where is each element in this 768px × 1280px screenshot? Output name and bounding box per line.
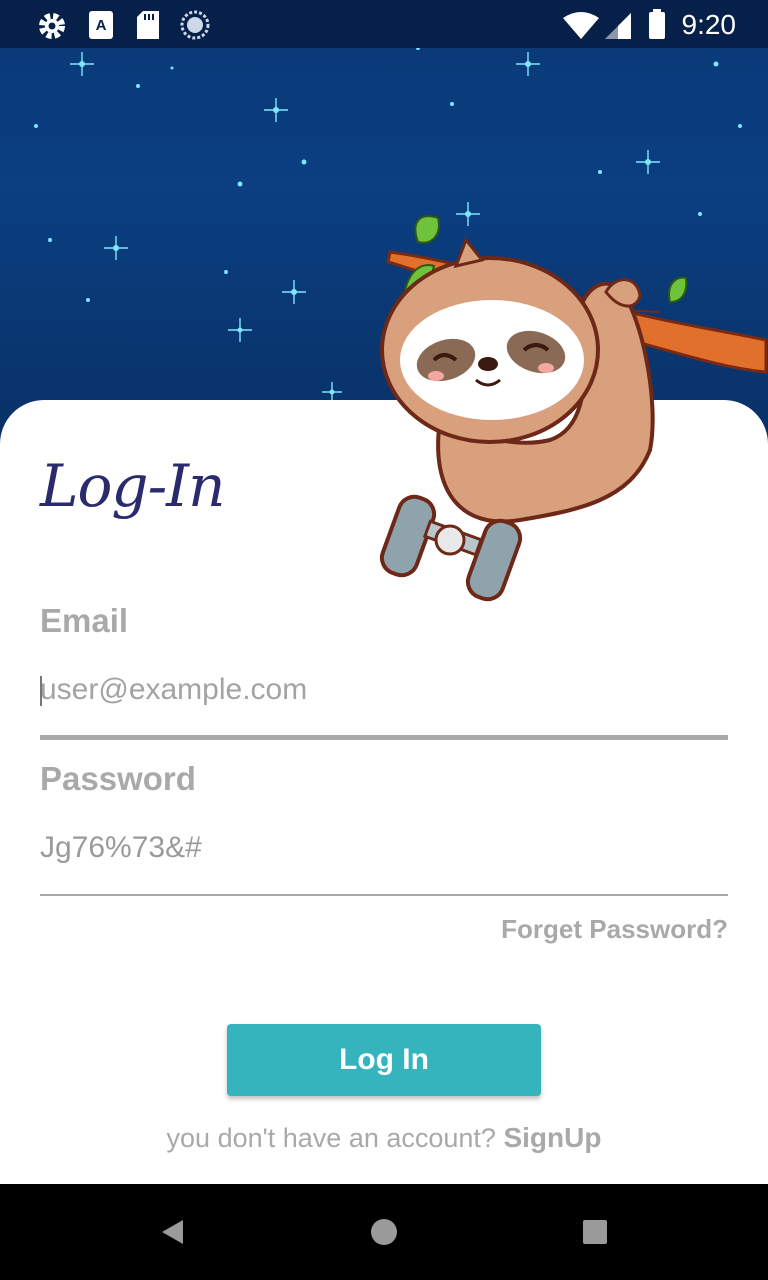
sd-card-icon bbox=[136, 10, 160, 45]
signal-icon bbox=[604, 12, 632, 45]
back-icon[interactable] bbox=[148, 1208, 196, 1256]
email-field[interactable] bbox=[40, 662, 728, 718]
sync-icon bbox=[180, 10, 210, 45]
home-icon[interactable] bbox=[360, 1208, 408, 1256]
email-label: Email bbox=[40, 602, 129, 639]
forgot-password-link[interactable]: Forget Password? bbox=[501, 914, 728, 945]
battery-icon bbox=[648, 9, 666, 44]
sloth-illustration bbox=[370, 200, 768, 615]
password-underline bbox=[40, 894, 728, 896]
text-cursor bbox=[40, 676, 42, 706]
status-bar: A 9:20 bbox=[0, 0, 768, 48]
password-field[interactable] bbox=[40, 820, 728, 876]
signup-link[interactable]: SignUp bbox=[503, 1122, 601, 1153]
signup-prompt: you don't have an account? bbox=[166, 1123, 496, 1153]
keyboard-icon: A bbox=[88, 10, 114, 45]
wifi-icon bbox=[562, 12, 600, 45]
gear-icon bbox=[36, 10, 68, 47]
signup-row: you don't have an account? SignUp bbox=[0, 1122, 768, 1154]
recents-icon[interactable] bbox=[571, 1208, 619, 1256]
page-title: Log-In bbox=[40, 452, 225, 520]
svg-text:A: A bbox=[96, 17, 107, 34]
password-label: Password bbox=[40, 760, 196, 797]
login-button[interactable]: Log In bbox=[227, 1024, 541, 1096]
status-time: 9:20 bbox=[681, 9, 737, 40]
navigation-bar bbox=[0, 1184, 768, 1280]
email-underline bbox=[40, 735, 728, 740]
